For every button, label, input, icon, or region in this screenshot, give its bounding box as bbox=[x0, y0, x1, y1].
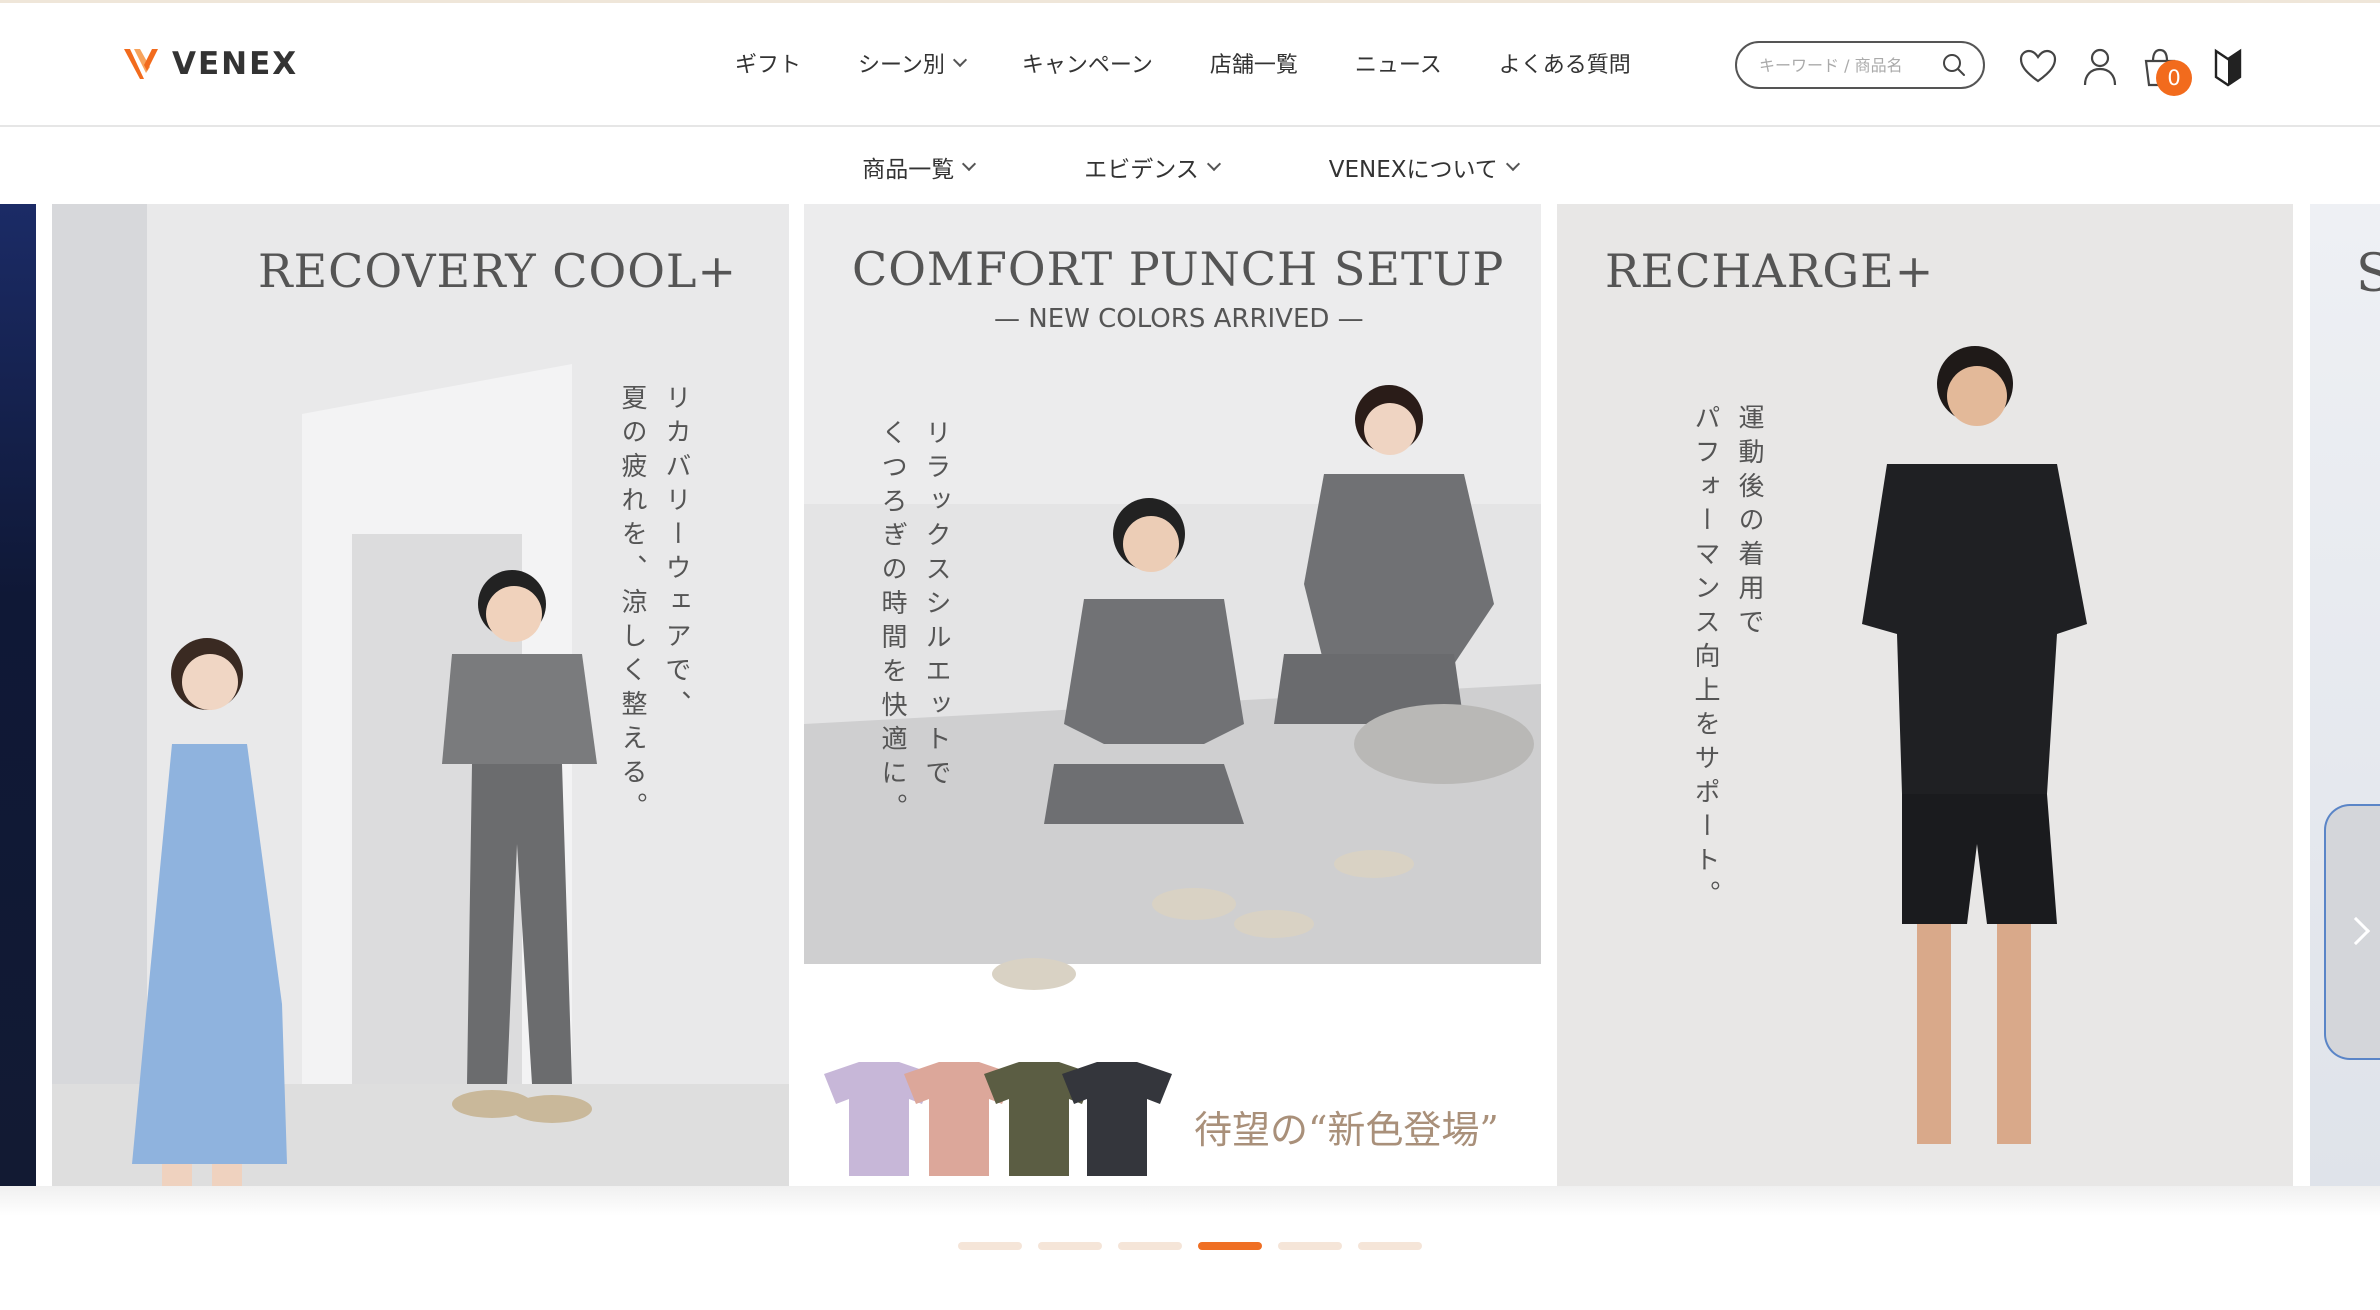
venex-logo[interactable]: VENEX bbox=[122, 39, 298, 89]
slide-photo-recharge bbox=[1557, 204, 2293, 1186]
slide-peek-title: S bbox=[2356, 244, 2380, 304]
search-icon[interactable] bbox=[1941, 52, 1967, 78]
venex-logo-mark-icon bbox=[124, 49, 158, 79]
user-icon[interactable] bbox=[2080, 47, 2120, 87]
sub-nav: 商品一覧 エビデンス VENEXについて bbox=[0, 129, 2380, 204]
chevron-down-icon bbox=[962, 156, 977, 171]
carousel-dot-2[interactable] bbox=[1038, 1242, 1102, 1250]
nav-news[interactable]: ニュース bbox=[1355, 47, 1442, 79]
slide-copy-line-2: くつろぎの時間を快適に。 bbox=[877, 419, 907, 827]
nav-faq[interactable]: よくある質問 bbox=[1499, 47, 1631, 79]
nav-stores-label: 店舗一覧 bbox=[1209, 53, 1298, 78]
nav-campaign-label: キャンペーン bbox=[1021, 53, 1153, 78]
nav-scene[interactable]: シーン別 bbox=[858, 47, 967, 79]
carousel-dot-6[interactable] bbox=[1358, 1242, 1422, 1250]
slide-tagline: 待望の“新色登場” bbox=[1194, 1108, 1499, 1152]
search-box bbox=[1735, 41, 1985, 89]
carousel-next-button[interactable] bbox=[2324, 804, 2380, 1060]
hero-carousel: RECOVERY COOL+ リカバリーウェアで、 夏の疲れを、涼しく整える。 bbox=[0, 204, 2380, 1186]
nav-news-label: ニュース bbox=[1354, 53, 1442, 78]
slide-copy-line-2: パフォーマンス向上をサポート。 bbox=[1690, 404, 1720, 914]
subnav-about-label: VENEXについて bbox=[1328, 156, 1498, 183]
chevron-right-icon bbox=[2341, 916, 2371, 946]
subnav-about[interactable]: VENEXについて bbox=[1328, 150, 1520, 184]
slide-title: RECOVERY COOL+ bbox=[257, 244, 737, 298]
slide-copy-line-1: リカバリーウェアで、 bbox=[661, 384, 691, 724]
slide-subtitle: — NEW COLORS ARRIVED — bbox=[994, 304, 1364, 334]
subnav-products-label: 商品一覧 bbox=[862, 156, 955, 183]
beginner-mark-icon[interactable] bbox=[2208, 47, 2248, 87]
nav-stores[interactable]: 店舗一覧 bbox=[1210, 47, 1298, 79]
slide-title: RECHARGE+ bbox=[1605, 244, 1935, 298]
chevron-down-icon bbox=[1206, 156, 1221, 171]
chevron-down-icon bbox=[1505, 156, 1520, 171]
nav-gift[interactable]: ギフト bbox=[735, 47, 801, 79]
nav-campaign[interactable]: キャンペーン bbox=[1022, 47, 1153, 79]
carousel-dot-1[interactable] bbox=[958, 1242, 1022, 1250]
slide-partial-previous[interactable] bbox=[0, 204, 36, 1186]
subnav-evidence-label: エビデンス bbox=[1084, 156, 1199, 183]
nav-scene-label: シーン別 bbox=[858, 53, 945, 78]
carousel-pagination bbox=[0, 1242, 2380, 1250]
cart-count-badge: 0 bbox=[2156, 60, 2192, 96]
slide-copy-line-1: リラックスシルエットで bbox=[921, 419, 951, 793]
nav-faq-label: よくある質問 bbox=[1498, 53, 1631, 78]
logo-text: VENEX bbox=[172, 46, 299, 82]
slide-title: COMFORT PUNCH SETUP bbox=[852, 242, 1505, 296]
slide-recharge[interactable]: RECHARGE+ 運動後の着用で パフォーマンス向上をサポート。 bbox=[1557, 204, 2293, 1186]
heart-icon[interactable] bbox=[2018, 47, 2058, 87]
carousel-shadow bbox=[0, 1186, 2380, 1216]
site-header: VENEX ギフト シーン別 キャンペーン 店舗一覧 ニュース よくある質問 0 bbox=[0, 3, 2380, 127]
slide-copy-line-2: 夏の疲れを、涼しく整える。 bbox=[617, 384, 647, 826]
slide-copy-line-1: 運動後の着用で bbox=[1734, 404, 1764, 642]
slide-comfort-punch-setup[interactable]: COMFORT PUNCH SETUP — NEW COLORS ARRIVED… bbox=[804, 204, 1541, 1186]
search-input[interactable] bbox=[1759, 55, 1939, 75]
carousel-dot-5[interactable] bbox=[1278, 1242, 1342, 1250]
chevron-down-icon bbox=[952, 52, 967, 68]
carousel-dot-3[interactable] bbox=[1118, 1242, 1182, 1250]
nav-gift-label: ギフト bbox=[735, 53, 802, 78]
slide-recovery-cool[interactable]: RECOVERY COOL+ リカバリーウェアで、 夏の疲れを、涼しく整える。 bbox=[52, 204, 789, 1186]
main-nav: ギフト シーン別 キャンペーン 店舗一覧 ニュース よくある質問 bbox=[735, 47, 1631, 79]
subnav-evidence[interactable]: エビデンス bbox=[1084, 150, 1221, 184]
carousel-dot-4[interactable] bbox=[1198, 1242, 1262, 1250]
subnav-products[interactable]: 商品一覧 bbox=[862, 150, 977, 184]
